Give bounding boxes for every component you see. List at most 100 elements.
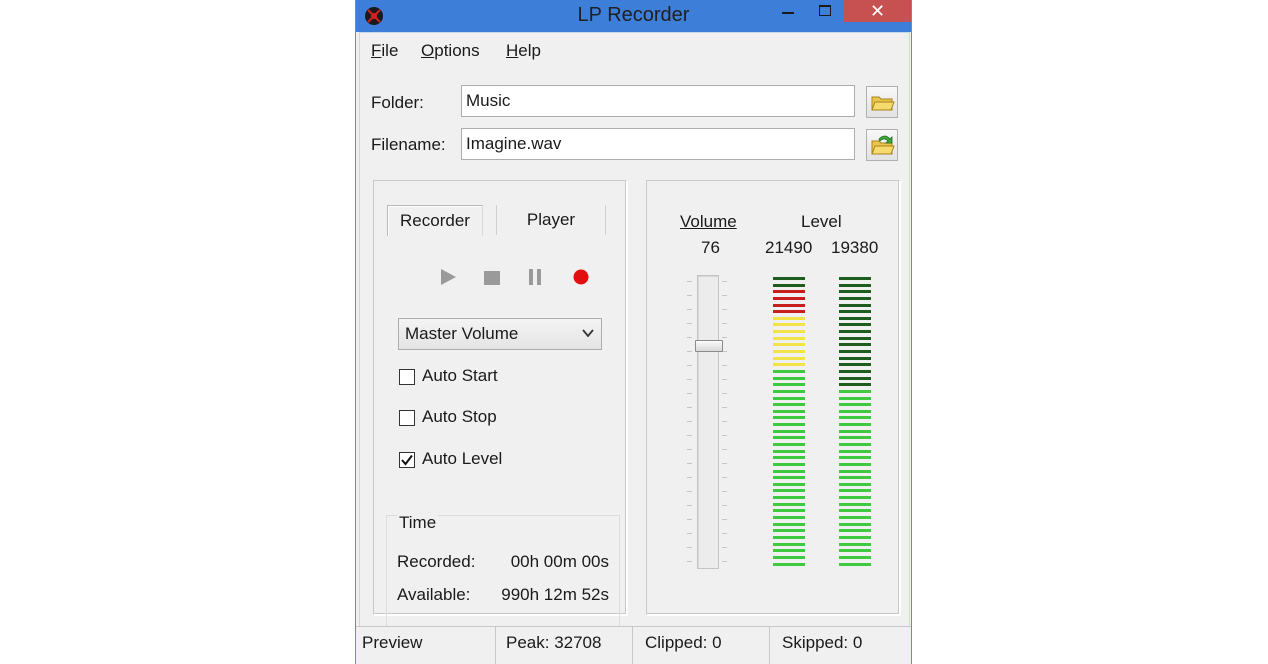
play-icon[interactable] [438,267,458,287]
close-button[interactable]: ✕ [844,0,911,22]
app-window: LP Recorder ✕ File Options Help Folder: Fi… [355,0,912,664]
meter-segment [839,290,871,294]
volume-tick [687,323,692,324]
status-clipped: Clipped: 0 [645,633,722,652]
meter-segment [773,489,805,493]
meter-segment [839,423,871,427]
meter-segment [773,549,805,553]
browse-folder-button[interactable] [866,86,898,118]
meter-segment [839,443,871,446]
folder-arrow-icon [871,135,895,155]
meter-segment [839,296,871,300]
left-level-meter [773,277,805,569]
title-bar[interactable]: LP Recorder ✕ [356,0,911,32]
meter-segment [839,350,871,354]
new-file-button[interactable] [866,129,898,161]
volume-tick [722,393,727,394]
source-select[interactable]: Master Volume [398,318,602,350]
menu-help[interactable]: Help [506,41,541,61]
meter-segment [773,369,805,373]
auto-level-checkbox[interactable] [399,452,415,468]
meter-segment [839,336,871,340]
meter-segment [773,310,805,314]
meter-segment [773,462,805,466]
meter-segment [773,396,805,400]
auto-stop-checkbox[interactable] [399,410,415,426]
volume-tick [722,463,727,464]
meter-segment [839,555,871,559]
volume-tick [687,519,692,520]
meter-segment [773,555,805,559]
minimize-button[interactable] [773,0,803,22]
volume-tick [687,393,692,394]
meter-segment [839,562,871,566]
meter-segment [773,502,805,506]
meter-segment [773,562,805,566]
available-value: 990h 12m 52s [501,585,609,604]
tab-recorder-label: Recorder [400,211,470,230]
volume-tick [722,449,727,450]
tab-recorder[interactable]: Recorder [387,205,483,236]
stop-icon[interactable] [483,270,501,286]
meter-segment [773,403,805,407]
meter-segment [839,469,871,473]
chevron-down-icon [582,329,594,338]
volume-tick [722,547,727,548]
meter-segment [839,489,871,493]
meter-segment [773,336,805,340]
volume-tick [722,505,727,506]
right-level-meter [839,277,871,569]
volume-label: Volume [680,212,737,232]
record-icon[interactable] [572,268,590,286]
meter-segment [773,343,805,347]
meter-segment [839,482,871,486]
volume-tick [687,295,692,296]
tab-player[interactable]: Player [496,205,606,235]
volume-label-text: Volume [680,212,737,231]
source-select-value: Master Volume [405,324,519,343]
meter-segment [773,496,805,500]
volume-tick [722,281,727,282]
meter-segment [839,396,871,400]
meter-segment [773,303,805,307]
meter-segment [839,416,871,420]
client-area: File Options Help Folder: Filename: Record… [359,32,910,637]
menu-options[interactable]: Options [421,41,480,61]
folder-input[interactable] [461,85,855,117]
menu-accel-letter: F [371,41,382,60]
auto-start-checkbox[interactable] [399,369,415,385]
volume-tick [722,533,727,534]
volume-tick [687,449,692,450]
time-group: Time Recorded: 00h 00m 00s Available: 99… [386,513,620,637]
volume-slider-thumb[interactable] [695,340,723,353]
meter-segment [839,429,871,433]
volume-tick [687,491,692,492]
maximize-button[interactable] [809,0,839,22]
filename-input[interactable] [461,128,855,160]
volume-tick [687,533,692,534]
meter-segment [839,522,871,526]
meter-segment [839,535,871,539]
meter-segment [839,496,871,500]
pause-icon[interactable] [527,268,543,286]
meter-segment [839,277,871,280]
meter-segment [839,283,871,287]
volume-tick [687,547,692,548]
meter-segment [839,476,871,480]
meter-segment [839,343,871,347]
status-skipped: Skipped: 0 [782,633,863,652]
volume-tick [687,337,692,338]
menu-file[interactable]: File [371,41,398,61]
volume-tick [722,309,727,310]
meter-segment [773,389,805,393]
volume-tick [722,491,727,492]
folder-label: Folder: [371,93,424,112]
menu-label-rest: ptions [434,41,480,60]
meter-segment [839,462,871,466]
tab-player-label: Player [526,210,576,229]
meter-segment [839,456,871,460]
meter-segment [773,330,805,334]
volume-tick [687,379,692,380]
meter-segment [773,429,805,433]
volume-tick [687,281,692,282]
